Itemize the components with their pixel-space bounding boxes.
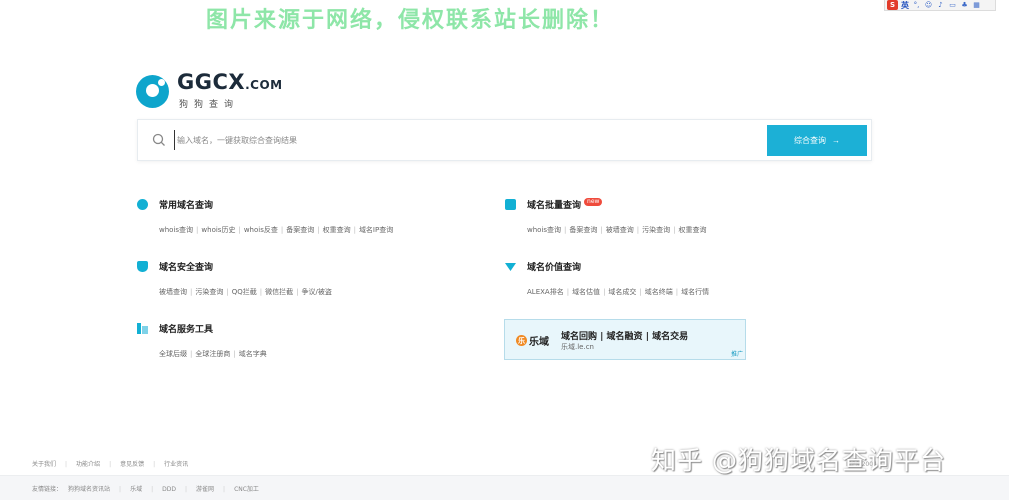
logo-title: GGCX.COM	[177, 70, 283, 94]
footer-feedback-link[interactable]: 意见反馈	[120, 461, 144, 468]
link-dispute-theft[interactable]: 争议/被盗	[301, 288, 331, 296]
zhihu-watermark: 知乎 @狗狗域名查询平台	[651, 446, 946, 475]
emoji-icon[interactable]: ☺	[924, 1, 933, 9]
source-watermark: 图片来源于网络，侵权联系站长删除！	[206, 8, 615, 33]
category-title[interactable]: 域名批量查询	[527, 198, 581, 211]
link-whois-query[interactable]: whois查询	[159, 226, 193, 234]
skin-icon[interactable]: ♣	[960, 1, 969, 9]
promo-url: 乐域.le.cn	[561, 343, 594, 351]
keyboard-icon[interactable]: ▭	[948, 1, 957, 9]
friend-link-youque[interactable]: 游雀网	[196, 486, 214, 493]
category-domain-value-query: 域名价值查询 ALEXA排名 | 域名估值 | 域名成交 | 域名终端 | 域名行情	[505, 260, 709, 297]
logo-mark-icon	[136, 74, 169, 108]
link-blocked-query[interactable]: 被墙查询	[606, 226, 634, 234]
tools-icon	[137, 323, 148, 334]
link-domain-dictionary[interactable]: 域名字典	[239, 350, 267, 358]
footer-features-link[interactable]: 功能介绍	[76, 461, 100, 468]
new-badge: new	[584, 197, 603, 206]
link-whois-history[interactable]: whois历史	[201, 226, 235, 234]
friend-link-leyu[interactable]: 乐域	[130, 486, 142, 493]
category-title[interactable]: 域名安全查询	[159, 260, 213, 273]
link-domain-terminal[interactable]: 域名终端	[645, 288, 673, 296]
category-links: 被墙查询 | 污染查询 | QQ拦截 | 微信拦截 | 争议/被盗	[159, 288, 332, 296]
link-blocked-query[interactable]: 被墙查询	[159, 288, 187, 296]
link-wechat-block[interactable]: 微信拦截	[265, 288, 293, 296]
toolbox-icon[interactable]: ▦	[972, 1, 981, 9]
link-alexa-rank[interactable]: ALEXA排名	[527, 288, 564, 296]
category-links: whois查询 | 备案查询 | 被墙查询 | 污染查询 | 权重查询	[527, 226, 707, 234]
link-domain-sales[interactable]: 域名成交	[608, 288, 636, 296]
friend-link-ddd[interactable]: DDD	[162, 486, 176, 493]
diamond-icon	[505, 261, 516, 272]
shield-icon	[137, 261, 148, 272]
friend-link-gougou[interactable]: 狗狗域名资讯站	[68, 486, 110, 493]
link-domain-market[interactable]: 域名行情	[681, 288, 709, 296]
promo-tag: 推广	[730, 351, 743, 358]
footer-nav: 关于我们 | 功能介绍 | 意见反馈 | 行业资讯	[32, 461, 189, 468]
category-batch-domain-query: 域名批量查询 new whois查询 | 备案查询 | 被墙查询 | 污染查询 | 权重查询	[505, 197, 707, 235]
site-logo[interactable]: GGCX.COM 狗狗查询	[136, 72, 283, 110]
link-whois-reverse[interactable]: whois反查	[244, 226, 278, 234]
link-global-registrar[interactable]: 全球注册商	[195, 350, 230, 358]
category-domain-security-query: 域名安全查询 被墙查询 | 污染查询 | QQ拦截 | 微信拦截 | 争议/被盗	[137, 260, 332, 297]
link-icp-query[interactable]: 备案查询	[569, 226, 597, 234]
search-box: 综合查询 →	[137, 119, 872, 161]
leyu-logo-icon: 乐	[516, 335, 527, 346]
promo-title: 域名回购 | 域名融资 | 域名交易	[561, 332, 689, 342]
sogou-logo-icon[interactable]: S	[887, 0, 898, 10]
friend-links-bar: 友情链接： 狗狗域名资讯站 | 乐域 | DDD | 游雀网 | CNC加工	[0, 475, 1009, 500]
friend-link-cnc[interactable]: CNC加工	[234, 486, 259, 493]
circle-chart-icon	[137, 199, 148, 210]
category-title[interactable]: 域名服务工具	[159, 322, 213, 335]
link-pollution-query[interactable]: 污染查询	[642, 226, 670, 234]
search-icon	[152, 133, 166, 147]
friend-links-label: 友情链接：	[32, 486, 63, 493]
comprehensive-search-button[interactable]: 综合查询 →	[767, 124, 867, 156]
category-links: ALEXA排名 | 域名估值 | 域名成交 | 域名终端 | 域名行情	[527, 288, 710, 296]
link-whois-query[interactable]: whois查询	[527, 226, 561, 234]
ime-language-toggle[interactable]: 英	[901, 0, 909, 11]
arrow-right-icon: →	[832, 135, 840, 145]
category-common-domain-query: 常用域名查询 whois查询 | whois历史 | whois反查 | 备案查询 | 权重查询…	[137, 198, 393, 235]
category-links: 全球后缀 | 全球注册商 | 域名字典	[159, 350, 267, 358]
link-domain-ip-query[interactable]: 域名IP查询	[359, 226, 393, 234]
category-links: whois查询 | whois历史 | whois反查 | 备案查询 | 权重查询 | 域名IP查询	[159, 226, 394, 234]
footer-about-link[interactable]: 关于我们	[32, 461, 56, 468]
category-domain-service-tools: 域名服务工具 全球后缀 | 全球注册商 | 域名字典	[137, 322, 267, 359]
link-domain-valuation[interactable]: 域名估值	[572, 288, 600, 296]
leyu-logo: 乐 乐域	[516, 333, 549, 348]
logo-subtitle: 狗狗查询	[179, 100, 240, 110]
category-title[interactable]: 域名价值查询	[527, 260, 581, 273]
category-title[interactable]: 常用域名查询	[159, 198, 213, 211]
link-qq-block[interactable]: QQ拦截	[232, 288, 257, 296]
punctuation-icon[interactable]: °,	[912, 1, 921, 9]
link-pollution-query[interactable]: 污染查询	[195, 288, 223, 296]
ime-toolbar[interactable]: S 英 °, ☺ ♪ ▭ ♣ ▦	[884, 0, 996, 11]
batch-list-icon	[505, 199, 516, 210]
promo-banner[interactable]: 乐 乐域 域名回购 | 域名融资 | 域名交易 乐域.le.cn 推广	[504, 319, 746, 360]
voice-icon[interactable]: ♪	[936, 1, 945, 9]
leyu-brand: 乐域	[529, 337, 549, 348]
link-weight-query[interactable]: 权重查询	[678, 226, 706, 234]
search-button-label: 综合查询	[794, 135, 826, 145]
link-icp-query[interactable]: 备案查询	[286, 226, 314, 234]
link-global-suffix[interactable]: 全球后缀	[159, 350, 187, 358]
domain-search-input[interactable]	[174, 130, 767, 150]
link-weight-query[interactable]: 权重查询	[323, 226, 351, 234]
footer-news-link[interactable]: 行业资讯	[164, 461, 188, 468]
